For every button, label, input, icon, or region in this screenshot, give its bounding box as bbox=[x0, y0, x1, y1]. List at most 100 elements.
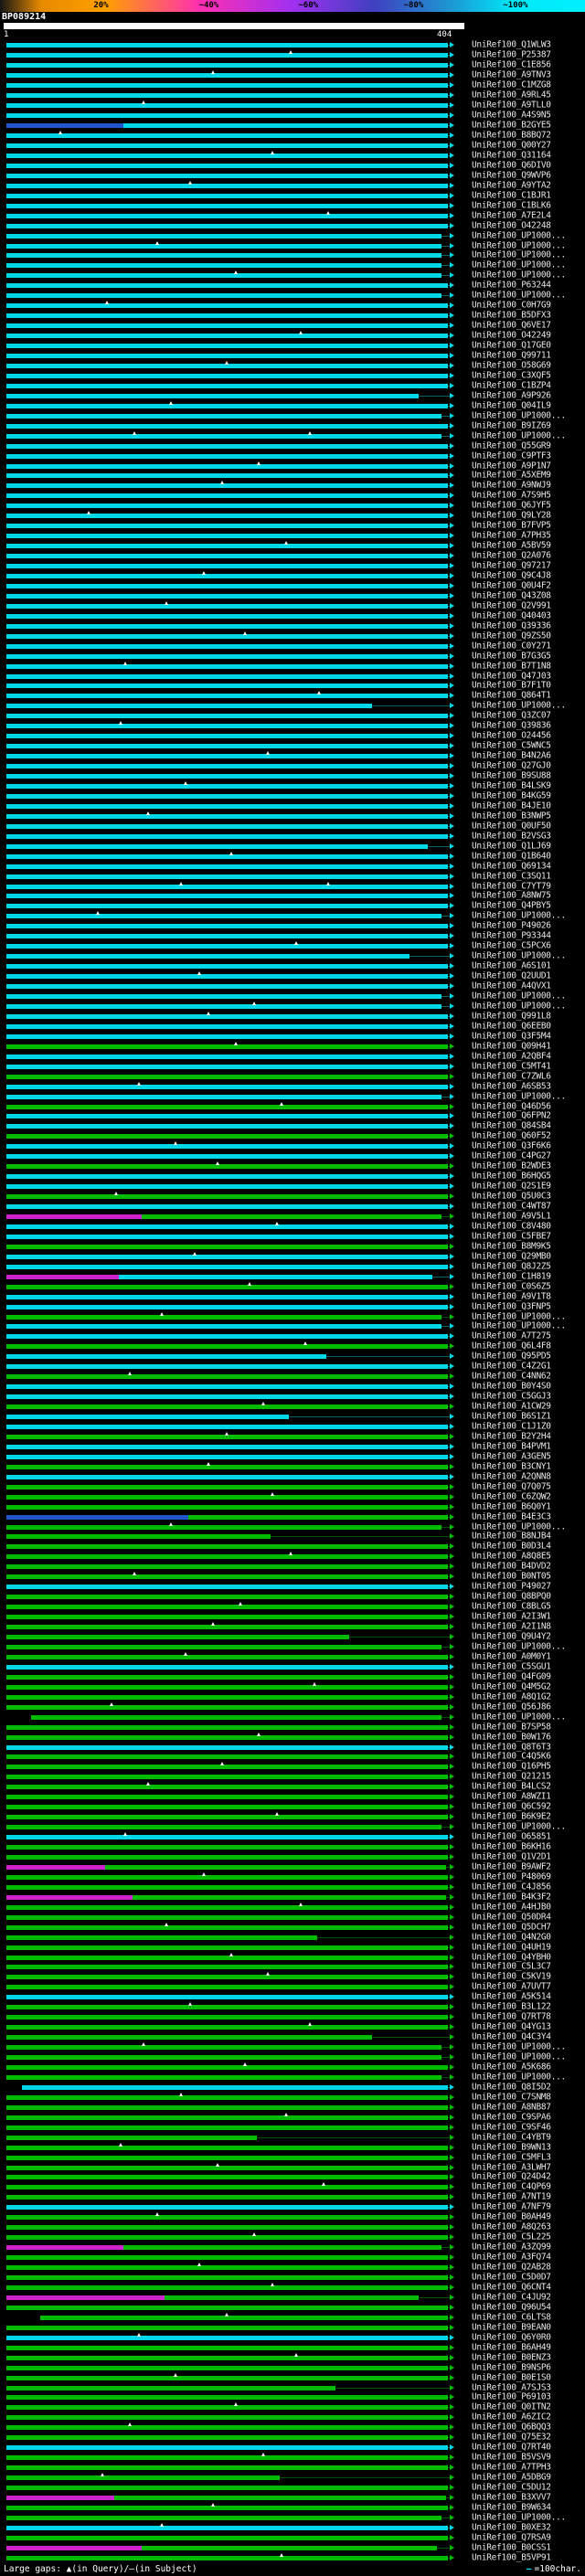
alignment-row[interactable]: UniRef100_C6LTS8 bbox=[0, 2312, 585, 2322]
hit-label[interactable]: UniRef100_Q8BPQ0 bbox=[472, 1592, 551, 1602]
alignment-track[interactable] bbox=[4, 291, 464, 301]
alignment-row[interactable]: UniRef100_Q3FNP5 bbox=[0, 1301, 585, 1311]
hit-label[interactable]: UniRef100_C5WNC5 bbox=[472, 741, 551, 751]
alignment-row[interactable]: UniRef100_A2QBF4 bbox=[0, 1051, 585, 1061]
hit-label[interactable]: UniRef100_B0Y4S0 bbox=[472, 1382, 551, 1392]
alignment-row[interactable]: UniRef100_Q3ZC07 bbox=[0, 711, 585, 721]
hit-label[interactable]: UniRef100_Q43Z08 bbox=[472, 590, 551, 600]
alignment-row[interactable]: UniRef100_A4QVX1 bbox=[0, 981, 585, 991]
alignment-row[interactable]: UniRef100_UP1000... bbox=[0, 1091, 585, 1101]
alignment-track[interactable] bbox=[4, 461, 464, 471]
alignment-track[interactable] bbox=[4, 1111, 464, 1121]
hit-label[interactable]: UniRef100_P25387 bbox=[472, 50, 551, 60]
alignment-track[interactable] bbox=[4, 1071, 464, 1081]
alignment-track[interactable] bbox=[4, 1422, 464, 1432]
alignment-track[interactable] bbox=[4, 1511, 464, 1521]
alignment-track[interactable] bbox=[4, 731, 464, 741]
alignment-row[interactable]: UniRef100_A3GEN5 bbox=[0, 1451, 585, 1461]
alignment-row[interactable]: UniRef100_B4PVM1 bbox=[0, 1441, 585, 1451]
alignment-row[interactable]: UniRef100_Q864T1 bbox=[0, 691, 585, 701]
alignment-track[interactable] bbox=[4, 1251, 464, 1261]
alignment-track[interactable] bbox=[4, 1281, 464, 1291]
alignment-track[interactable] bbox=[4, 1651, 464, 1661]
hit-label[interactable]: UniRef100_UP1000... bbox=[472, 1001, 566, 1011]
hit-label[interactable]: UniRef100_A2QNN8 bbox=[472, 1471, 551, 1481]
hit-label[interactable]: UniRef100_A4S9N5 bbox=[472, 111, 551, 121]
alignment-track[interactable] bbox=[4, 681, 464, 691]
hit-label[interactable]: UniRef100_Q1LJ69 bbox=[472, 841, 551, 851]
alignment-row[interactable]: UniRef100_A5K686 bbox=[0, 2062, 585, 2072]
hit-label[interactable]: UniRef100_B5VSV9 bbox=[472, 2453, 551, 2463]
alignment-row[interactable]: UniRef100_C1BLK6 bbox=[0, 200, 585, 210]
hit-label[interactable]: UniRef100_UP1000... bbox=[472, 2072, 566, 2082]
hit-label[interactable]: UniRef100_C0S6Z5 bbox=[472, 1281, 551, 1291]
alignment-track[interactable] bbox=[4, 1001, 464, 1012]
alignment-row[interactable]: UniRef100_A3FQ74 bbox=[0, 2253, 585, 2263]
alignment-row[interactable]: UniRef100_Q2A076 bbox=[0, 551, 585, 561]
alignment-row[interactable]: UniRef100_Q96U54 bbox=[0, 2302, 585, 2312]
alignment-row[interactable]: UniRef100_B2WDE3 bbox=[0, 1161, 585, 1171]
alignment-row[interactable]: UniRef100_Q09H41 bbox=[0, 1041, 585, 1051]
alignment-row[interactable]: UniRef100_C0Y271 bbox=[0, 641, 585, 651]
hit-label[interactable]: UniRef100_B0W176 bbox=[472, 1732, 551, 1742]
alignment-row[interactable]: UniRef100_Q5DCH7 bbox=[0, 1922, 585, 1932]
alignment-track[interactable] bbox=[4, 2112, 464, 2122]
hit-label[interactable]: UniRef100_O42249 bbox=[472, 331, 551, 341]
alignment-row[interactable]: UniRef100_O65851 bbox=[0, 1832, 585, 1842]
alignment-row[interactable]: UniRef100_B9EAN0 bbox=[0, 2322, 585, 2332]
alignment-row[interactable]: UniRef100_A9P1N7 bbox=[0, 461, 585, 471]
alignment-track[interactable] bbox=[4, 170, 464, 180]
hit-label[interactable]: UniRef100_C0Y271 bbox=[472, 641, 551, 651]
alignment-track[interactable] bbox=[4, 951, 464, 961]
alignment-track[interactable] bbox=[4, 1572, 464, 1582]
alignment-track[interactable] bbox=[4, 721, 464, 731]
alignment-row[interactable]: UniRef100_A8Q1G2 bbox=[0, 1691, 585, 1701]
hit-label[interactable]: UniRef100_A9YTA2 bbox=[472, 180, 551, 190]
alignment-track[interactable] bbox=[4, 2052, 464, 2062]
alignment-track[interactable] bbox=[4, 2392, 464, 2402]
alignment-track[interactable] bbox=[4, 2332, 464, 2342]
hit-label[interactable]: UniRef100_A7TPH3 bbox=[472, 2463, 551, 2473]
alignment-row[interactable]: UniRef100_Q46D56 bbox=[0, 1101, 585, 1111]
alignment-track[interactable] bbox=[4, 600, 464, 610]
hit-label[interactable]: UniRef100_C4PG27 bbox=[472, 1151, 551, 1161]
alignment-row[interactable]: UniRef100_Q2V991 bbox=[0, 600, 585, 610]
hit-label[interactable]: UniRef100_Q9U4Y2 bbox=[472, 1632, 551, 1642]
alignment-row[interactable]: UniRef100_Q39836 bbox=[0, 721, 585, 731]
alignment-track[interactable] bbox=[4, 1992, 464, 2002]
alignment-track[interactable] bbox=[4, 1552, 464, 1562]
hit-label[interactable]: UniRef100_Q50DR4 bbox=[472, 1912, 551, 1922]
hit-label[interactable]: UniRef100_B4E3C3 bbox=[472, 1511, 551, 1521]
hit-label[interactable]: UniRef100_B7FVP5 bbox=[472, 521, 551, 531]
alignment-row[interactable]: UniRef100_Q991L8 bbox=[0, 1011, 585, 1021]
alignment-row[interactable]: UniRef100_Q6CNT4 bbox=[0, 2282, 585, 2292]
hit-label[interactable]: UniRef100_A3LWH7 bbox=[472, 2162, 551, 2172]
hit-label[interactable]: UniRef100_B7SP58 bbox=[472, 1722, 551, 1732]
alignment-row[interactable]: UniRef100_Q47J03 bbox=[0, 671, 585, 681]
alignment-track[interactable] bbox=[4, 881, 464, 891]
alignment-row[interactable]: UniRef100_C5KV19 bbox=[0, 1972, 585, 1982]
alignment-row[interactable]: UniRef100_C1BZP4 bbox=[0, 380, 585, 390]
hit-label[interactable]: UniRef100_C0H7G9 bbox=[472, 301, 551, 311]
hit-label[interactable]: UniRef100_UP1000... bbox=[472, 2512, 566, 2522]
hit-label[interactable]: UniRef100_Q6JYF5 bbox=[472, 501, 551, 511]
hit-label[interactable]: UniRef100_UP1000... bbox=[472, 230, 566, 240]
alignment-row[interactable]: UniRef100_UP1000... bbox=[0, 1311, 585, 1321]
alignment-track[interactable] bbox=[4, 521, 464, 531]
alignment-track[interactable] bbox=[4, 1782, 464, 1792]
alignment-track[interactable] bbox=[4, 2082, 464, 2092]
hit-label[interactable]: UniRef100_B0XE32 bbox=[472, 2522, 551, 2532]
alignment-track[interactable] bbox=[4, 2502, 464, 2512]
alignment-row[interactable]: UniRef100_C1E856 bbox=[0, 60, 585, 70]
alignment-row[interactable]: UniRef100_B9SU88 bbox=[0, 771, 585, 781]
hit-label[interactable]: UniRef100_C1MZG8 bbox=[472, 80, 551, 90]
alignment-row[interactable]: UniRef100_O42249 bbox=[0, 331, 585, 341]
hit-label[interactable]: UniRef100_C4J856 bbox=[472, 1882, 551, 1892]
alignment-row[interactable]: UniRef100_C4PG27 bbox=[0, 1151, 585, 1161]
alignment-track[interactable] bbox=[4, 101, 464, 111]
hit-label[interactable]: UniRef100_C1J1Z0 bbox=[472, 1422, 551, 1432]
hit-label[interactable]: UniRef100_B4JE10 bbox=[472, 800, 551, 811]
alignment-row[interactable]: UniRef100_UP1000... bbox=[0, 250, 585, 260]
hit-label[interactable]: UniRef100_A6S101 bbox=[472, 961, 551, 971]
alignment-row[interactable]: UniRef100_Q4UH19 bbox=[0, 1942, 585, 1952]
